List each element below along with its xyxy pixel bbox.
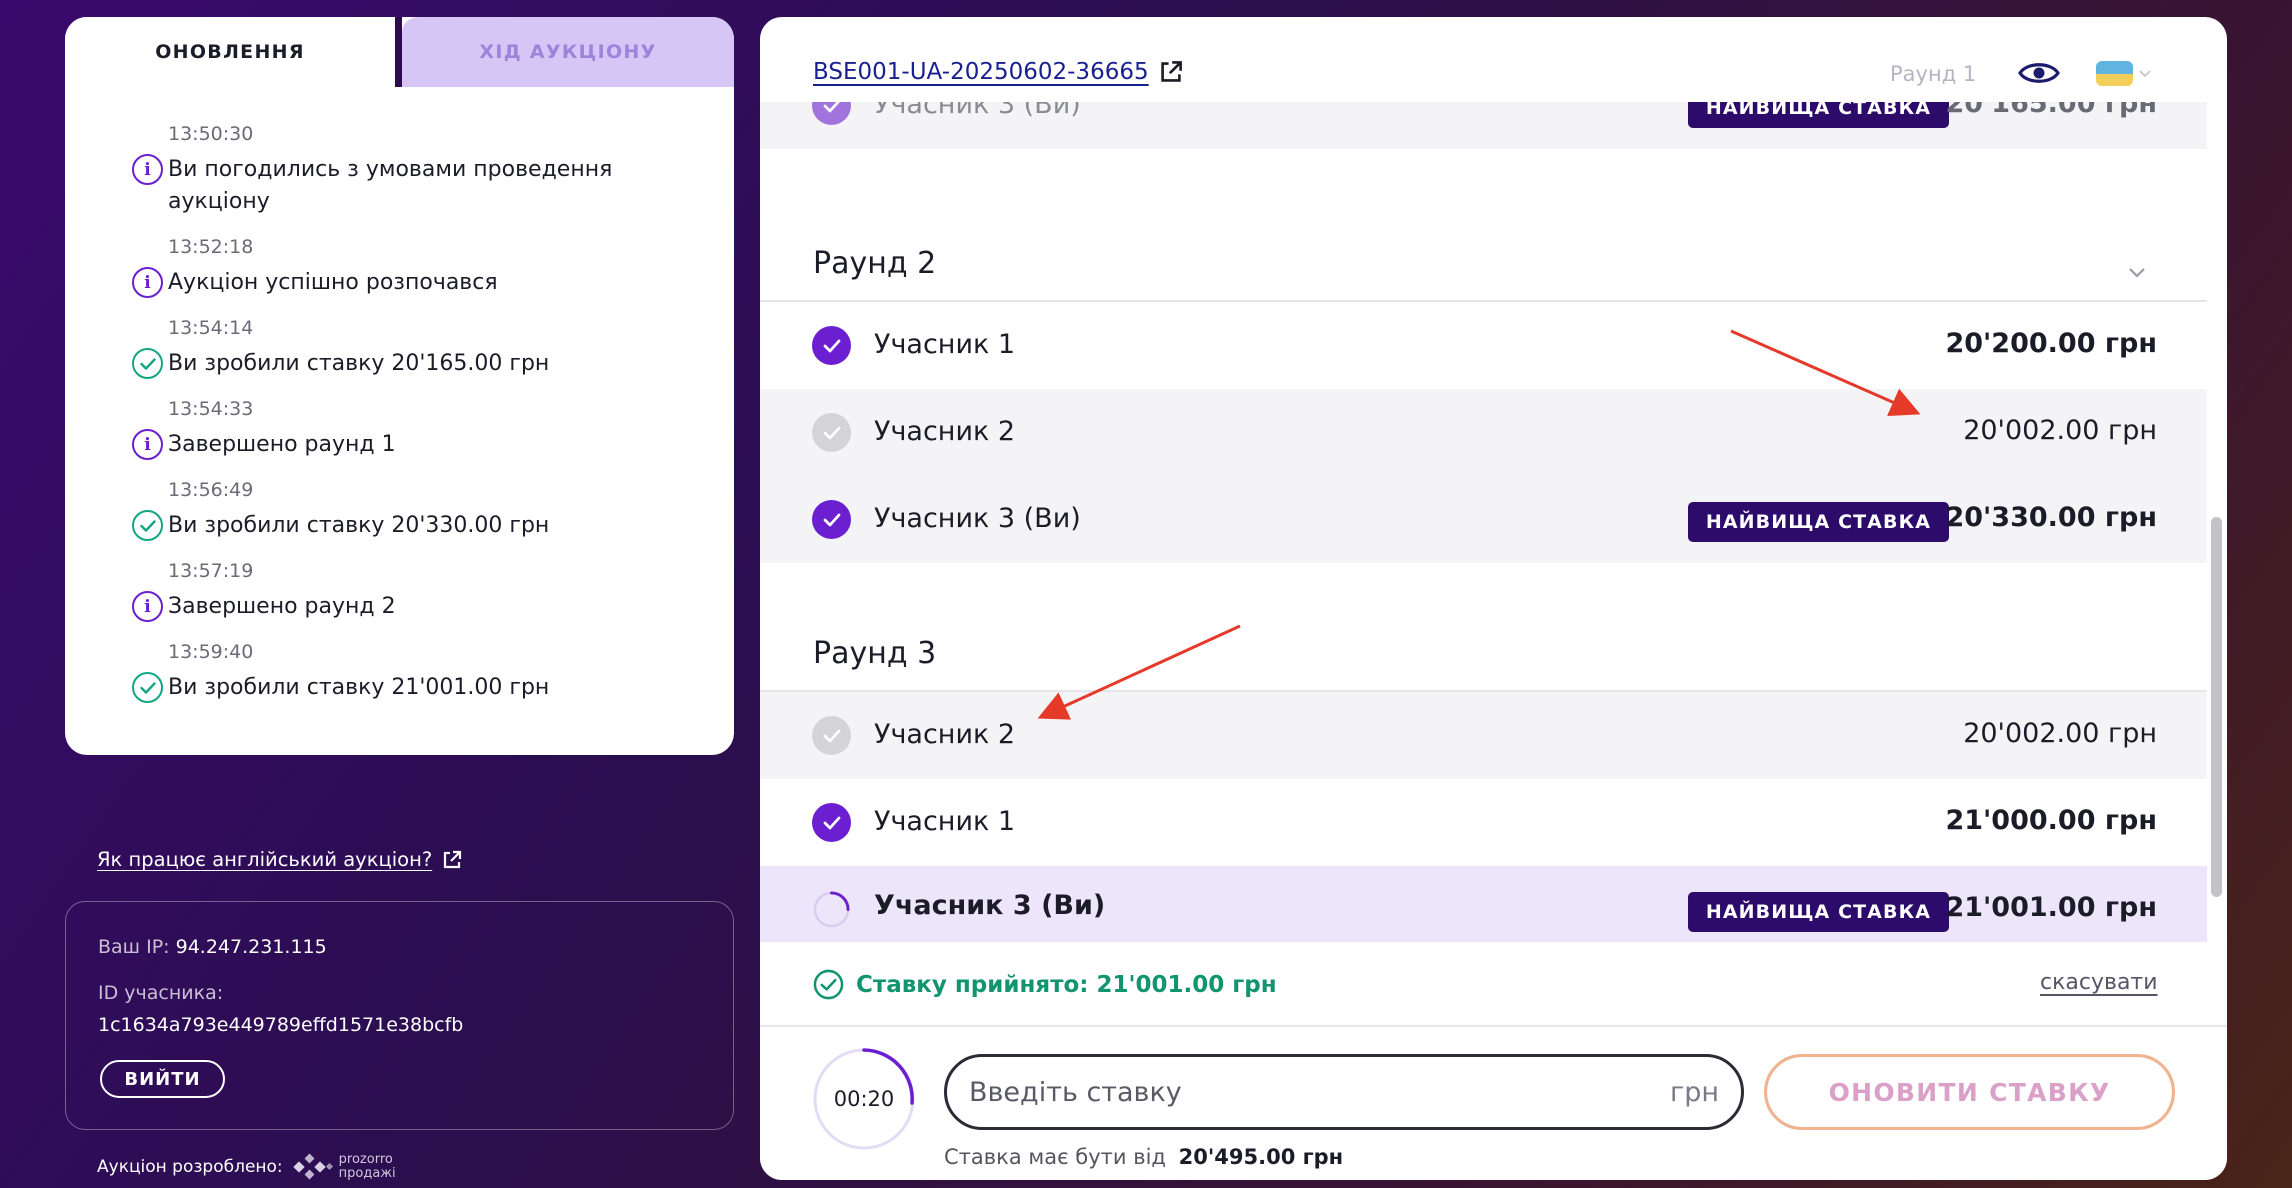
info-icon: i [132, 591, 163, 622]
update-bid-button[interactable]: ОНОВИТИ СТАВКУ [1764, 1054, 2175, 1130]
log-message: Ви погодились з умовами проведення аукці… [168, 157, 613, 214]
check-icon [812, 500, 851, 539]
countdown-timer: 00:20 [833, 1087, 895, 1111]
ip-line: Ваш IP: 94.247.231.115 [98, 936, 327, 958]
check-circle-icon [132, 348, 163, 379]
bid-amount: 21'001.00 грн [1945, 892, 2157, 923]
log-time: 13:54:14 [168, 317, 254, 339]
log-time: 13:52:18 [168, 236, 254, 258]
bid-row: Учасник 2 20'002.00 грн [760, 692, 2207, 779]
bid-amount: 20'165.00 грн [1945, 102, 2157, 119]
current-round-label: Раунд 1 [1890, 62, 1977, 86]
bid-row: Учасник 1 21'000.00 грн [760, 779, 2207, 866]
prozorro-text: prozorro продажі [339, 1153, 396, 1181]
highest-bid-badge: НАЙВИЩА СТАВКА [1687, 892, 1949, 932]
participant-name: Учасник 3 (Ви) [874, 102, 1081, 120]
updates-card: ОНОВЛЕННЯ ХІД АУКЦІОНУ 13:50:30 i Ви пог… [65, 17, 734, 755]
participant-info-card: Ваш IP: 94.247.231.115 ID учасника: 1c16… [65, 901, 734, 1130]
divider [760, 1025, 2227, 1027]
participant-name: Учасник 1 [874, 806, 1016, 837]
info-icon: i [132, 154, 163, 185]
bid-accepted-text: Ставку прийнято: 21'001.00 грн [856, 971, 1277, 998]
bid-accepted-status: Ставку прийнято: 21'001.00 грн [813, 969, 1277, 1000]
prozorro-brand-line1: prozorro [338, 1152, 393, 1167]
participant-name: Учасник 1 [874, 329, 1016, 360]
chevron-down-icon [2139, 69, 2151, 77]
updates-log: 13:50:30 i Ви погодились з умовами прове… [65, 17, 734, 755]
bid-row: Учасник 3 (Ви) НАЙВИЩА СТАВКА 20'165.00 … [760, 102, 2207, 149]
participant-name: Учасник 3 (Ви) [874, 503, 1081, 534]
prozorro-brand-line2: продажі [338, 1166, 396, 1181]
bid-amount: 20'002.00 грн [1963, 718, 2157, 749]
check-icon [812, 803, 851, 842]
check-icon [812, 716, 851, 755]
bid-row: Учасник 2 20'002.00 грн [760, 389, 2207, 476]
log-time: 13:56:49 [168, 479, 254, 501]
log-message: Завершено раунд 1 [168, 432, 396, 457]
log-message: Ви зробили ставку 20'165.00 грн [168, 351, 550, 376]
auction-card: BSE001-UA-20250602-36665 Раунд 1 Учасник… [760, 17, 2227, 1180]
participant-name: Учасник 2 [874, 719, 1016, 750]
participant-id-value: 1c1634a793e449789effd1571e38bcfb [98, 1014, 464, 1036]
bid-amount: 20'002.00 грн [1963, 415, 2157, 446]
min-bid-value: 20'495.00 грн [1178, 1145, 1344, 1169]
info-icon: i [132, 429, 163, 460]
min-bid-label: Ставка має бути від [944, 1145, 1166, 1169]
check-icon [812, 413, 851, 452]
prozorro-logo-icon [292, 1153, 333, 1180]
participant-name: Учасник 3 (Ви) [874, 890, 1106, 921]
participant-id-label: ID учасника: [98, 982, 224, 1004]
bid-row-active: Учасник 3 (Ви) НАЙВИЩА СТАВКА 21'001.00 … [760, 866, 2207, 942]
bid-panel: Ставку прийнято: 21'001.00 грн скасувати… [760, 942, 2227, 1180]
check-circle-icon [813, 969, 844, 1000]
developed-by-label: Аукціон розроблено: [97, 1157, 283, 1177]
min-bid-hint: Ставка має бути від 20'495.00 грн [944, 1145, 1343, 1169]
log-message: Аукціон успішно розпочався [168, 270, 498, 295]
bid-row: Учасник 3 (Ви) НАЙВИЩА СТАВКА 20'330.00 … [760, 476, 2207, 563]
log-message: Ви зробили ставку 21'001.00 грн [168, 675, 550, 700]
bid-row: Учасник 1 20'200.00 грн [760, 302, 2207, 389]
bid-amount: 20'330.00 грн [1945, 502, 2157, 533]
prozorro-logo: prozorro продажі [291, 1152, 396, 1182]
eye-icon[interactable] [2018, 58, 2060, 88]
bid-input-field[interactable]: грн [944, 1054, 1744, 1130]
bid-amount: 20'200.00 грн [1945, 328, 2157, 359]
how-auction-works-link[interactable]: Як працює англійський аукціон? [97, 848, 462, 871]
ip-value: 94.247.231.115 [175, 936, 327, 958]
check-icon [812, 102, 851, 125]
external-link-icon [1160, 61, 1182, 82]
external-link-icon [444, 850, 462, 868]
ukraine-flag-icon [2096, 61, 2133, 86]
developed-by: Аукціон розроблено: prozorro продажі [97, 1152, 396, 1182]
info-icon: i [132, 267, 163, 298]
check-circle-icon [132, 510, 163, 541]
round-title: Раунд 3 [813, 636, 937, 671]
participant-name: Учасник 2 [874, 416, 1016, 447]
logout-button[interactable]: ВИЙТИ [100, 1060, 225, 1098]
log-time: 13:59:40 [168, 641, 254, 663]
highest-bid-badge: НАЙВИЩА СТАВКА [1687, 102, 1949, 128]
scrollbar-thumb[interactable] [2211, 517, 2222, 897]
language-selector[interactable] [2096, 61, 2151, 86]
rounds-list[interactable]: Учасник 3 (Ви) НАЙВИЩА СТАВКА 20'165.00 … [760, 102, 2207, 942]
cancel-bid-link[interactable]: скасувати [2040, 970, 2158, 995]
check-icon [812, 326, 851, 365]
auction-id: BSE001-UA-20250602-36665 [813, 59, 1149, 85]
bid-amount: 21'000.00 грн [1945, 805, 2157, 836]
loading-spinner-icon [813, 891, 850, 928]
highest-bid-badge: НАЙВИЩА СТАВКА [1687, 502, 1949, 542]
log-time: 13:57:19 [168, 560, 254, 582]
auction-id-link[interactable]: BSE001-UA-20250602-36665 [813, 59, 1183, 85]
check-circle-icon [132, 672, 163, 703]
currency-label: грн [1670, 1076, 1719, 1108]
round-title: Раунд 2 [813, 246, 937, 281]
log-time: 13:54:33 [168, 398, 254, 420]
log-time: 13:50:30 [168, 123, 254, 145]
ip-label: Ваш IP: [98, 936, 170, 958]
log-message: Завершено раунд 2 [168, 594, 396, 619]
log-message: Ви зробили ставку 20'330.00 грн [168, 513, 550, 538]
chevron-down-icon[interactable] [2128, 267, 2146, 279]
how-auction-works-label: Як працює англійський аукціон? [97, 848, 433, 871]
bid-input[interactable] [969, 1076, 1671, 1108]
